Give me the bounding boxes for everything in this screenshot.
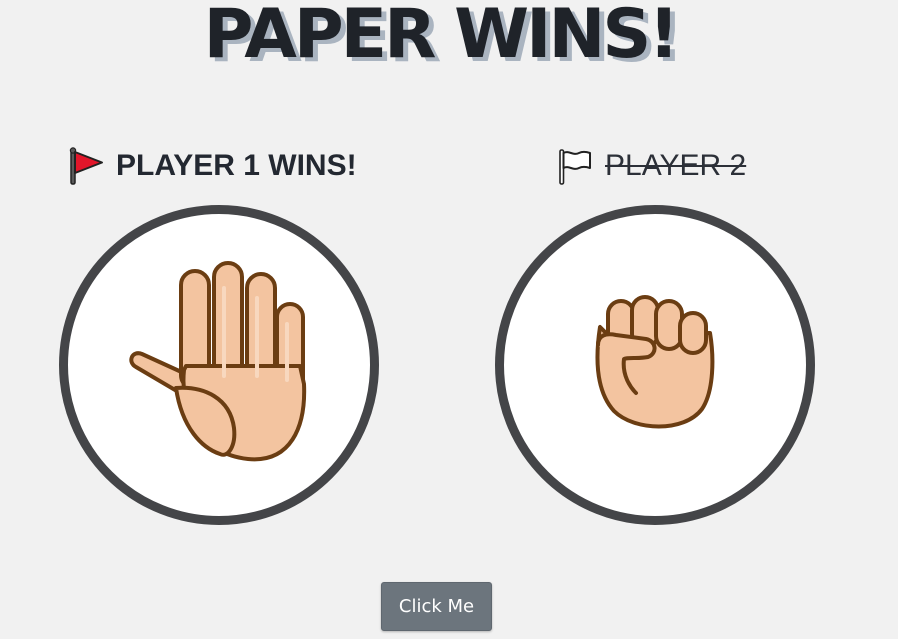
- raised-fist-icon: [590, 293, 720, 437]
- player-1-hand-display: [59, 205, 379, 525]
- red-flag-icon: [68, 147, 104, 185]
- page-title: PAPER WINS!: [203, 0, 680, 74]
- player-2-label: PLAYER 2: [557, 144, 746, 188]
- player-2-name: PLAYER 2: [605, 149, 747, 182]
- raised-hand-icon: [124, 258, 314, 472]
- player-1-label: PLAYER 1 WINS!: [68, 144, 357, 188]
- click-me-button[interactable]: Click Me: [381, 582, 492, 631]
- player-2-hand-display: [495, 205, 815, 525]
- white-flag-icon: [557, 147, 593, 185]
- player-1-name: PLAYER 1 WINS!: [116, 149, 357, 182]
